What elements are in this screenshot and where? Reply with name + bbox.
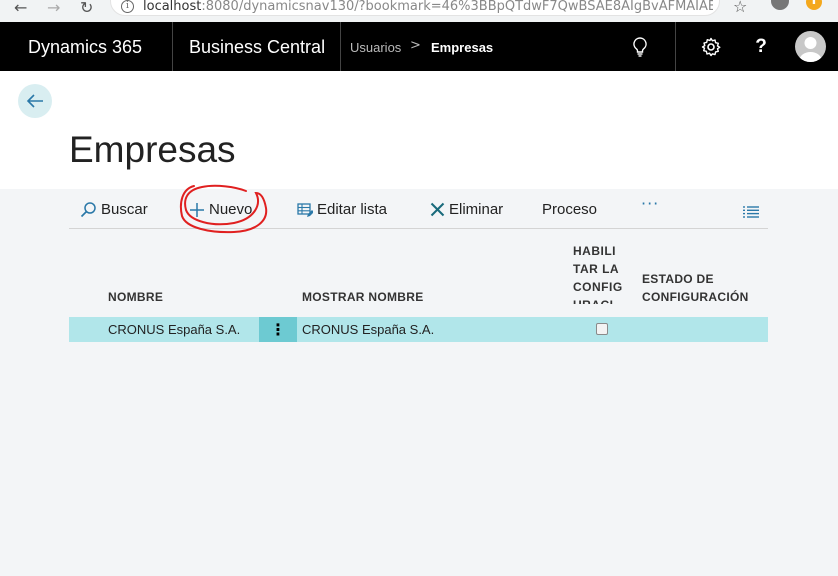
vertical-ellipsis-icon: ⋮ xyxy=(270,320,286,339)
breadcrumb-separator: > xyxy=(410,38,421,53)
info-icon[interactable]: i xyxy=(121,0,134,13)
address-bar[interactable]: i localhost:8080/dynamicsnav130/?bookmar… xyxy=(110,0,720,16)
row-menu-button[interactable]: ⋮ xyxy=(259,317,297,342)
back-arrow-icon xyxy=(26,94,43,108)
search-icon xyxy=(80,201,97,218)
app-bar-divider xyxy=(340,22,341,71)
breadcrumb-parent[interactable]: Usuarios xyxy=(350,40,401,55)
breadcrumb-current: Empresas xyxy=(431,40,494,55)
forward-arrow-icon[interactable]: → xyxy=(47,0,60,17)
action-bar: Buscar Nuevo Editar lista Eliminar Proce… xyxy=(69,190,768,229)
cell-name[interactable]: CRONUS España S.A. xyxy=(108,322,240,337)
annotation-circle xyxy=(179,184,268,234)
app-name[interactable]: Business Central xyxy=(189,37,325,58)
app-bar-divider xyxy=(675,22,676,71)
url-rest: :8080/dynamicsnav130/?bookmark=46%3BBpQT… xyxy=(201,0,713,14)
help-icon[interactable]: ? xyxy=(738,22,784,71)
page-title: Empresas xyxy=(69,129,236,170)
app-bar-divider xyxy=(172,22,173,71)
delete-x-icon xyxy=(430,202,445,217)
search-button[interactable]: Buscar xyxy=(80,190,148,229)
more-actions-icon[interactable]: ··· xyxy=(641,194,659,213)
edit-list-button[interactable]: Editar lista xyxy=(297,190,387,229)
bookmark-star-icon[interactable]: ☆ xyxy=(733,0,747,16)
edit-list-label: Editar lista xyxy=(317,201,388,218)
edit-list-icon xyxy=(297,202,313,218)
column-header-enabled[interactable]: HABILITAR LA CONFIGURACIÓN DE LA... xyxy=(573,242,623,304)
column-header-config-state[interactable]: ESTADO DE CONFIGURACIÓN xyxy=(642,270,762,306)
url-host: localhost xyxy=(143,0,202,14)
column-header-display-name[interactable]: MOSTRAR NOMBRE xyxy=(302,290,424,304)
search-label: Buscar xyxy=(101,201,148,218)
enabled-checkbox[interactable] xyxy=(596,323,608,335)
delete-button[interactable]: Eliminar xyxy=(430,190,503,229)
help-label: ? xyxy=(755,35,767,57)
product-name[interactable]: Dynamics 365 xyxy=(28,37,142,58)
reload-icon[interactable]: ↻ xyxy=(80,0,93,17)
page-header: Empresas xyxy=(0,71,838,189)
list-view-icon[interactable] xyxy=(743,203,759,222)
delete-label: Eliminar xyxy=(449,201,504,218)
url-text: localhost:8080/dynamicsnav130/?bookmark=… xyxy=(143,0,713,14)
lightbulb-icon[interactable] xyxy=(617,22,663,71)
browser-toolbar: ← → ↻ i localhost:8080/dynamicsnav130/?b… xyxy=(0,0,838,22)
process-menu-button[interactable]: Proceso xyxy=(542,190,597,229)
app-bar: Dynamics 365 Business Central Usuarios >… xyxy=(0,22,838,71)
table-row[interactable]: CRONUS España S.A. ⋮ CRONUS España S.A. xyxy=(69,317,768,342)
back-button[interactable] xyxy=(18,84,52,118)
update-icon[interactable]: ⬆ xyxy=(806,0,822,10)
column-header-name[interactable]: NOMBRE xyxy=(108,290,163,304)
gear-icon[interactable] xyxy=(688,22,734,71)
back-arrow-icon[interactable]: ← xyxy=(14,0,27,17)
cell-display-name[interactable]: CRONUS España S.A. xyxy=(302,322,434,337)
avatar[interactable] xyxy=(795,31,826,62)
extension-icon[interactable] xyxy=(771,0,789,10)
process-label: Proceso xyxy=(542,201,598,218)
